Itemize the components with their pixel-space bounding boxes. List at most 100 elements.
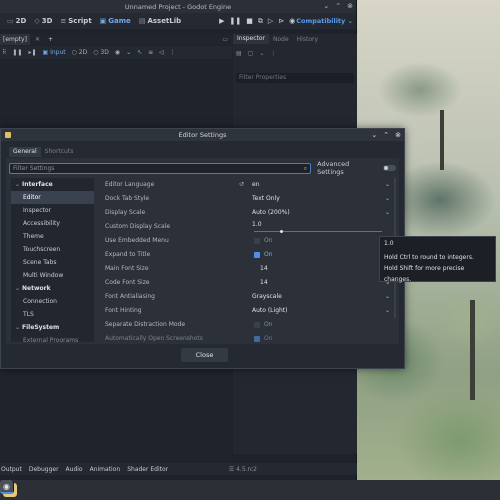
tree-item-connection[interactable]: Connection [11,295,94,308]
minimize-icon[interactable]: ⌄ [323,2,329,10]
tab-history[interactable]: History [293,36,322,43]
tree-item-external-programs[interactable]: External Programs [11,334,94,342]
load-resource-icon[interactable]: ▢ [248,50,254,57]
extra-resource-icon[interactable]: ⋮ [270,50,276,57]
checkbox-checked[interactable] [254,252,260,258]
panel-audio[interactable]: Audio [66,466,83,473]
audio-icon[interactable]: ◁ [159,49,164,56]
property-label: Main Font Size [105,265,149,272]
tab-general[interactable]: General [9,147,41,157]
workspace-tab-script[interactable]: ≡ Script [56,14,95,28]
tab-shortcuts[interactable]: Shortcuts [41,147,78,157]
dialog-titlebar[interactable]: Editor Settings ⌄ ⌃ ⊗ [1,129,404,141]
tree-item-multi-window[interactable]: Multi Window [11,269,94,282]
camera-icon[interactable]: ⌄ [126,49,131,56]
tree-item-theme[interactable]: Theme [11,230,94,243]
prop-separate-distraction-mode[interactable]: Separate Distraction Mode On [98,318,398,332]
advanced-settings-toggle[interactable] [383,165,396,171]
prop-editor-language[interactable]: Editor Language ↺ en ⌄ [98,178,398,192]
dialog-maximize-icon[interactable]: ⌃ [383,131,389,139]
prop-expand-to-title[interactable]: Expand to Title On [98,248,398,262]
checkbox[interactable] [254,322,260,328]
pause-icon[interactable]: ❚❚ [230,17,242,26]
stop-icon[interactable]: ■ [246,17,253,26]
close-button[interactable]: Close [181,348,228,362]
checkbox-label: On [264,251,273,258]
inspector-filter-input[interactable]: Filter Properties [236,73,354,83]
list-select-icon[interactable]: ≡ [148,49,153,56]
chevron-down-icon[interactable]: ⌄ [385,304,390,318]
property-label: Font Hinting [105,307,142,314]
prop-display-scale[interactable]: Display Scale Auto (200%) ⌄ [98,206,398,220]
pause-small-icon[interactable]: ❚❚ [12,49,22,56]
workspace-tab-2d[interactable]: ▭ 2D [3,14,30,28]
close-tab-icon[interactable]: ✕ [35,36,40,43]
maximize-icon[interactable]: ⌃ [335,2,341,10]
select-icon[interactable]: ↖ [137,49,142,56]
3d-toggle[interactable]: ○ 3D [93,49,109,56]
next-frame-icon[interactable]: ▸❚ [28,49,36,56]
tab-node[interactable]: Node [269,36,293,43]
movie-maker-icon[interactable]: ◉ [289,17,295,26]
tree-section-filesystem[interactable]: ⌄ FileSystem [11,321,94,334]
add-tab-icon[interactable]: + [48,36,53,43]
play-custom-icon[interactable]: ⊳ [278,17,284,26]
prop-font-antialiasing[interactable]: Font Antialiasing Grayscale ⌄ [98,290,398,304]
scale-slider[interactable] [254,230,382,233]
workspace-tab-3d[interactable]: ◇ 3D [30,14,56,28]
bottom-panel-bar: Output Debugger Audio Animation Shader E… [0,463,357,475]
panel-animation[interactable]: Animation [90,466,121,473]
chevron-down-icon[interactable]: ⌄ [385,192,390,206]
checkbox-checked[interactable] [254,336,260,342]
prop-dock-tab-style[interactable]: Dock Tab Style Text Only ⌄ [98,192,398,206]
tree-item-scene-tabs[interactable]: Scene Tabs [11,256,94,269]
panel-shader-editor[interactable]: Shader Editor [127,466,168,473]
filter-settings-input[interactable]: Filter Settings ⌕ [9,162,312,174]
input-toggle[interactable]: ▣ Input [43,49,66,56]
revert-icon[interactable]: ↺ [239,178,244,192]
dialog-minimize-icon[interactable]: ⌄ [371,131,377,139]
prop-code-font-size[interactable]: Code Font Size 14 ⇕ [98,276,398,290]
prop-custom-display-scale[interactable]: Custom Display Scale 1.0 [98,220,398,234]
property-label: Custom Display Scale [105,223,171,230]
tree-item-touchscreen[interactable]: Touchscreen [11,243,94,256]
2d-toggle[interactable]: ○ 2D [72,49,88,56]
slider-knob[interactable] [280,230,283,233]
close-icon[interactable]: ⊗ [347,2,353,10]
tree-section-interface[interactable]: ⌄ Interface [11,178,94,191]
chevron-down-icon[interactable]: ⌄ [385,178,390,192]
renderer-selector[interactable]: Compatibility ⌄ [296,17,353,25]
godot-taskbar-icon[interactable]: ◉ [0,480,14,494]
save-resource-icon[interactable]: ⌄ [259,50,264,57]
remote-debug-icon[interactable]: ⧉ [258,17,263,26]
chevron-down-icon[interactable]: ⌄ [385,290,390,304]
play-scene-icon[interactable]: ▷ [268,17,273,26]
options-icon[interactable]: ⋮ [170,49,176,56]
workspace-tab-assetlib[interactable]: ▤ AssetLib [135,14,185,28]
checkbox[interactable] [254,238,260,244]
collapse-arrow-icon: ⌄ [15,324,21,331]
panel-debugger[interactable]: Debugger [29,466,59,473]
scene-tab[interactable]: [empty] [0,34,30,45]
workspace-tab-game[interactable]: ▣ Game [96,14,135,28]
tree-item-accessibility[interactable]: Accessibility [11,217,94,230]
prop-main-font-size[interactable]: Main Font Size 14 [98,262,398,276]
prop-font-hinting[interactable]: Font Hinting Auto (Light) ⌄ [98,304,398,318]
window-titlebar[interactable]: Unnamed Project - Godot Engine ⌄ ⌃ ⊗ [0,0,356,13]
tree-item-editor[interactable]: Editor [11,191,94,204]
prop-auto-open-screenshots[interactable]: Automatically Open Screenshots On [98,332,398,342]
visibility-icon[interactable]: ◉ [115,49,120,56]
tree-item-tls[interactable]: TLS [11,308,94,321]
dialog-close-icon[interactable]: ⊗ [395,131,401,139]
tree-section-network[interactable]: ⌄ Network [11,282,94,295]
settings-panel: Filter Settings ⌕ Advanced Settings ⌄ Int… [6,158,399,344]
chevron-down-icon[interactable]: ⌄ [385,206,390,220]
tab-inspector[interactable]: Inspector [233,34,269,44]
play-icon[interactable]: ▶ [219,17,224,26]
move-tool-icon[interactable]: ⠿ [2,49,6,56]
panel-output[interactable]: Output [1,466,22,473]
scene-list-icon[interactable]: ▭ [222,36,228,43]
tree-item-inspector[interactable]: Inspector [11,204,94,217]
new-resource-icon[interactable]: ▤ [236,50,242,57]
prop-use-embedded-menu[interactable]: Use Embedded Menu On [98,234,398,248]
